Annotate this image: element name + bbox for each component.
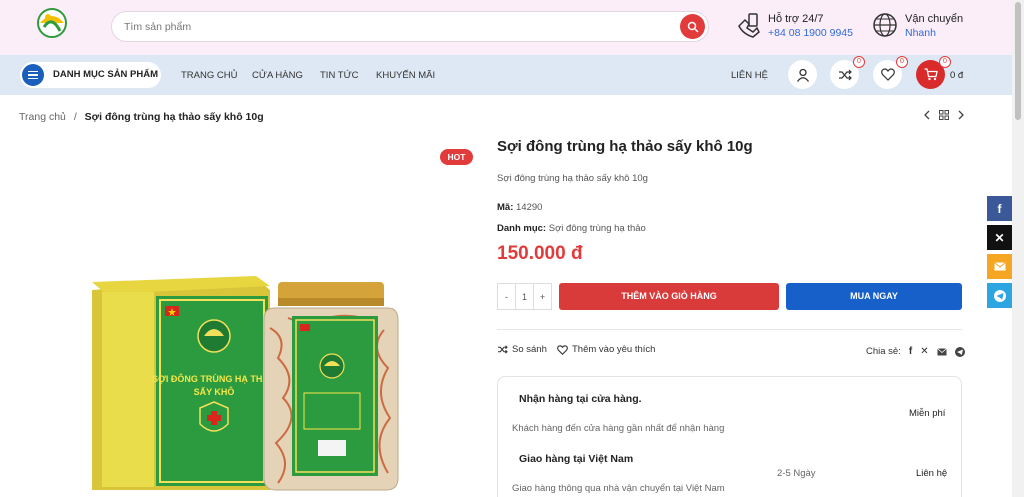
nav-news[interactable]: TIN TỨC xyxy=(320,70,359,81)
page-scrollbar[interactable] xyxy=(1012,0,1024,497)
quantity-stepper[interactable]: - 1 + xyxy=(497,283,552,310)
qty-increase-button[interactable]: + xyxy=(534,284,551,309)
shipping-option-description: Giao hàng thông qua nhà vận chuyển tại V… xyxy=(512,483,725,494)
shipping-option-time: 2-5 Ngày xyxy=(777,468,816,479)
search-icon xyxy=(687,21,699,33)
telegram-float-button[interactable] xyxy=(987,283,1012,308)
cart-button[interactable]: 0 xyxy=(916,56,951,89)
compare-count-badge: 0 xyxy=(853,56,865,68)
x-share-icon[interactable]: ✕ xyxy=(920,346,928,357)
nav-promotions[interactable]: KHUYẾN MÃI xyxy=(376,70,435,81)
support-title: Hỗ trợ 24/7 xyxy=(768,13,824,25)
wishlist-label: Thêm vào yêu thích xyxy=(572,344,656,355)
heart-icon xyxy=(557,344,568,355)
search-input[interactable]: Tìm sản phẩm xyxy=(124,21,191,33)
account-button[interactable] xyxy=(788,60,817,89)
chevron-right-icon[interactable] xyxy=(957,110,965,120)
add-to-wishlist-link[interactable]: Thêm vào yêu thích xyxy=(557,344,655,355)
breadcrumb-separator: / xyxy=(73,111,77,123)
category-menu-button[interactable]: DANH MỤC SẢN PHẨM xyxy=(20,62,161,88)
shuffle-icon xyxy=(498,345,508,354)
product-short-description: Sợi đông trùng hạ thảo sấy khô 10g xyxy=(497,173,648,184)
product-title: Sợi đông trùng hạ thảo sấy khô 10g xyxy=(497,138,753,155)
telegram-share-icon[interactable] xyxy=(954,346,965,357)
scrollbar-thumb[interactable] xyxy=(1015,2,1021,120)
shipping-title: Vận chuyển xyxy=(905,13,964,25)
qty-decrease-button[interactable]: - xyxy=(498,284,515,309)
email-icon xyxy=(993,262,1006,271)
support-info[interactable]: Hỗ trợ 24/7 +84 08 1900 9945 xyxy=(735,12,853,43)
compare-label: So sánh xyxy=(512,344,547,355)
search-bar[interactable]: Tìm sản phẩm xyxy=(111,11,709,42)
top-header: Tìm sản phẩm Hỗ trợ 24/7 +84 08 1900 994… xyxy=(0,0,1012,55)
search-button[interactable] xyxy=(680,14,705,39)
add-to-cart-button[interactable]: THÊM VÀO GIỎ HÀNG xyxy=(559,283,779,310)
facebook-icon: f xyxy=(997,201,1002,216)
cart-count-badge: 0 xyxy=(939,56,951,68)
shipping-info: Vận chuyển Nhanh xyxy=(872,12,963,43)
shipping-options-box: Nhận hàng tại cửa hàng. Miễn phí Khách h… xyxy=(497,376,962,497)
shuffle-icon xyxy=(838,69,852,80)
chevron-left-icon[interactable] xyxy=(923,110,931,120)
shipping-option-price: Liên hệ xyxy=(916,468,948,479)
compare-link[interactable]: So sánh xyxy=(497,344,547,355)
wishlist-button[interactable]: 0 xyxy=(873,56,908,89)
product-navigation xyxy=(923,110,965,120)
nav-home[interactable]: TRANG CHỦ xyxy=(181,70,237,81)
x-icon: ✕ xyxy=(994,230,1005,245)
facebook-share-icon[interactable]: f xyxy=(909,346,912,357)
wishlist-count-badge: 0 xyxy=(896,56,908,68)
divider xyxy=(497,329,962,330)
sku-label: Mã: xyxy=(497,202,514,213)
hot-badge: HOT xyxy=(440,149,473,165)
category-label: Danh mục: xyxy=(497,223,547,234)
heart-icon xyxy=(880,68,895,81)
support-phone[interactable]: +84 08 1900 9945 xyxy=(768,27,853,39)
product-image[interactable]: SỢI ĐÔNG TRÙNG HẠ THẢO SẤY KHÔ xyxy=(88,268,408,497)
nav-store[interactable]: CỬA HÀNG xyxy=(252,70,303,81)
shipping-option-price: Miễn phí xyxy=(909,408,946,419)
facebook-float-button[interactable]: f xyxy=(987,196,1012,221)
product-price: 150.000 đ xyxy=(497,243,583,264)
share-label: Chia sẻ: xyxy=(866,346,901,357)
breadcrumb-current: Sợi đông trùng hạ thảo sấy khô 10g xyxy=(84,111,264,123)
compare-button[interactable]: 0 xyxy=(830,56,865,89)
box-label-2: SẤY KHÔ xyxy=(194,386,235,397)
grid-icon[interactable] xyxy=(939,110,949,120)
cart-icon xyxy=(924,68,938,81)
site-logo[interactable] xyxy=(28,5,76,47)
shipping-option-title: Nhận hàng tại cửa hàng. xyxy=(519,393,642,405)
phone-hand-icon xyxy=(738,13,760,38)
shipping-option-title: Giao hàng tại Việt Nam xyxy=(519,453,634,465)
shipping-value: Nhanh xyxy=(905,27,936,39)
x-float-button[interactable]: ✕ xyxy=(987,225,1012,250)
hamburger-icon xyxy=(22,64,44,86)
category-link[interactable]: Sợi đông trùng hạ thảo xyxy=(549,223,646,234)
telegram-icon xyxy=(993,289,1006,302)
main-navbar: DANH MỤC SẢN PHẨM TRANG CHỦ CỬA HÀNG TIN… xyxy=(0,55,1012,95)
cart-total[interactable]: 0 đ xyxy=(950,70,963,81)
category-menu-label: DANH MỤC SẢN PHẨM xyxy=(53,69,159,80)
email-float-button[interactable] xyxy=(987,254,1012,279)
user-icon xyxy=(796,68,809,82)
nav-contact[interactable]: LIÊN HỆ xyxy=(731,70,768,81)
box-label: SỢI ĐÔNG TRÙNG HẠ THẢO xyxy=(152,373,276,384)
breadcrumb: Trang chủ / Sợi đông trùng hạ thảo sấy k… xyxy=(19,111,264,123)
product-category: Danh mục: Sợi đông trùng hạ thảo xyxy=(497,223,646,234)
buy-now-button[interactable]: MUA NGAY xyxy=(786,283,962,310)
qty-input[interactable]: 1 xyxy=(515,284,534,309)
product-sku: Mã: 14290 xyxy=(497,202,542,213)
email-share-icon[interactable] xyxy=(936,347,947,356)
sku-value: 14290 xyxy=(516,202,543,213)
share-bar: Chia sẻ: f ✕ xyxy=(866,346,965,357)
globe-icon xyxy=(873,13,897,37)
breadcrumb-home[interactable]: Trang chủ xyxy=(19,111,66,123)
shipping-option-description: Khách hàng đến cửa hàng gần nhất để nhận… xyxy=(512,423,725,434)
